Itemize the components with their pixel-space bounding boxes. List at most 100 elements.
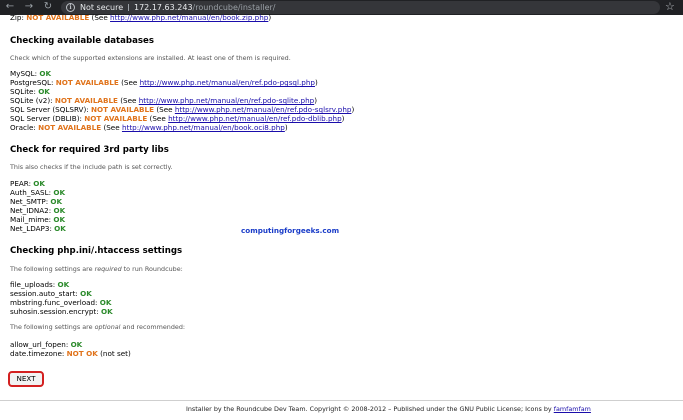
check-name: suhosin.session.encrypt: — [10, 307, 99, 316]
check-name: Net_SMTP: — [10, 197, 48, 206]
check-name: PEAR: — [10, 179, 31, 188]
see-text: (See — [103, 123, 119, 132]
check-name: Zip: — [10, 13, 24, 22]
check-status: OK — [100, 298, 112, 307]
zip-check-row: Zip: NOT AVAILABLE (See http://www.php.n… — [10, 13, 271, 22]
footer: Installer by the Roundcube Dev Team. Cop… — [186, 405, 591, 413]
database-check-row: SQLite (v2): NOT AVAILABLE (See http://w… — [10, 96, 317, 105]
close-paren: ) — [351, 105, 354, 114]
check-name: Mail_mime: — [10, 215, 51, 224]
close-paren: ) — [285, 123, 288, 132]
phpini-heading: Checking php.ini/.htaccess settings — [10, 246, 182, 257]
bookmark-star-icon[interactable]: ☆ — [665, 0, 675, 14]
check-name: file_uploads: — [10, 280, 55, 289]
required-setting-row: mbstring.func_overload: OK — [10, 298, 111, 307]
check-status: OK — [101, 307, 113, 316]
check-name: mbstring.func_overload: — [10, 298, 97, 307]
check-status: OK — [39, 69, 51, 78]
close-paren: ) — [314, 96, 317, 105]
database-check-row: MySQL: OK — [10, 69, 51, 78]
check-status: OK — [80, 289, 92, 298]
check-status: OK — [54, 224, 66, 233]
check-name: SQL Server (SQLSRV): — [10, 105, 89, 114]
check-status: OK — [53, 215, 65, 224]
optional-hint-post: and recommended: — [120, 323, 185, 331]
check-status: OK — [50, 197, 62, 206]
check-status: NOT AVAILABLE — [91, 105, 154, 114]
database-check-row: SQL Server (DBLIB): NOT AVAILABLE (See h… — [10, 114, 344, 123]
databases-heading: Checking available databases — [10, 36, 154, 47]
optional-setting-row: allow_url_fopen: OK — [10, 340, 82, 349]
next-button[interactable]: NEXT — [8, 371, 44, 387]
doc-link[interactable]: http://www.php.net/manual/en/ref.pdo-sql… — [175, 105, 352, 114]
database-check-row: PostgreSQL: NOT AVAILABLE (See http://ww… — [10, 78, 318, 87]
required-hint-post: to run Roundcube: — [122, 265, 183, 273]
url-text[interactable]: 172.17.63.243/roundcube/installer/ — [134, 2, 275, 13]
check-name: MySQL: — [10, 69, 37, 78]
optional-hint: The following settings are optional and … — [10, 323, 185, 332]
lib-check-row: Auth_SASL: OK — [10, 188, 65, 197]
check-status: NOT OK — [67, 349, 98, 358]
check-status: NOT AVAILABLE — [55, 96, 118, 105]
check-name: SQL Server (DBLIB): — [10, 114, 82, 123]
check-status: NOT AVAILABLE — [56, 78, 119, 87]
see-text: (See — [150, 114, 166, 123]
databases-hint: Check which of the supported extensions … — [10, 54, 291, 63]
address-divider — [128, 4, 129, 11]
optional-hint-pre: The following settings are — [10, 323, 95, 331]
footer-divider — [0, 400, 683, 401]
see-text: (See — [92, 13, 108, 22]
famfamfam-link[interactable]: famfamfam — [554, 405, 591, 413]
check-name: Net_IDNA2: — [10, 206, 51, 215]
check-status: NOT AVAILABLE — [84, 114, 147, 123]
doc-link[interactable]: http://www.php.net/manual/en/book.zip.ph… — [110, 13, 268, 22]
libs-heading: Check for required 3rd party libs — [10, 145, 169, 156]
check-status: OK — [53, 206, 65, 215]
lib-check-row: PEAR: OK — [10, 179, 45, 188]
check-status: OK — [71, 340, 83, 349]
doc-link[interactable]: http://www.php.net/manual/en/book.oci8.p… — [122, 123, 285, 132]
check-name: PostgreSQL: — [10, 78, 53, 87]
see-text: (See — [156, 105, 172, 114]
database-check-row: SQLite: OK — [10, 87, 50, 96]
required-hint-em: required — [95, 265, 122, 273]
lib-check-row: Net_SMTP: OK — [10, 197, 62, 206]
doc-link[interactable]: http://www.php.net/manual/en/ref.pdo-pgs… — [140, 78, 315, 87]
see-text: (See — [121, 78, 137, 87]
check-status: NOT AVAILABLE — [26, 13, 89, 22]
required-setting-row: suhosin.session.encrypt: OK — [10, 307, 113, 316]
security-label[interactable]: Not secure — [80, 2, 123, 13]
check-status: OK — [53, 188, 65, 197]
url-host: 172.17.63.243 — [134, 3, 193, 12]
optional-hint-em: optional — [95, 323, 121, 331]
doc-link[interactable]: http://www.php.net/manual/en/ref.pdo-dbl… — [168, 114, 342, 123]
footer-text: Installer by the Roundcube Dev Team. Cop… — [186, 405, 554, 413]
check-status: OK — [38, 87, 50, 96]
close-paren: ) — [342, 114, 345, 123]
installer-page: Zip: NOT AVAILABLE (See http://www.php.n… — [0, 15, 683, 420]
doc-link[interactable]: http://www.php.net/manual/en/ref.pdo-sql… — [139, 96, 314, 105]
check-name: Auth_SASL: — [10, 188, 51, 197]
required-hint-pre: The following settings are — [10, 265, 95, 273]
check-status: NOT AVAILABLE — [38, 123, 101, 132]
check-name: SQLite: — [10, 87, 36, 96]
required-setting-row: file_uploads: OK — [10, 280, 69, 289]
check-name: Net_LDAP3: — [10, 224, 52, 233]
info-icon[interactable]: i — [66, 3, 75, 12]
lib-check-row: Net_IDNA2: OK — [10, 206, 65, 215]
lib-check-row: Mail_mime: OK — [10, 215, 65, 224]
required-setting-row: session.auto_start: OK — [10, 289, 92, 298]
lib-check-row: Net_LDAP3: OK — [10, 224, 66, 233]
reload-icon[interactable]: ↻ — [42, 1, 54, 13]
forward-icon[interactable]: → — [23, 1, 35, 13]
check-name: SQLite (v2): — [10, 96, 53, 105]
check-status: OK — [57, 280, 69, 289]
optional-setting-row: date.timezone: NOT OK (not set) — [10, 349, 131, 358]
required-hint: The following settings are required to r… — [10, 265, 183, 274]
check-name: date.timezone: — [10, 349, 64, 358]
back-icon[interactable]: ← — [4, 1, 16, 13]
database-check-row: Oracle: NOT AVAILABLE (See http://www.ph… — [10, 123, 288, 132]
check-status: OK — [33, 179, 45, 188]
url-path: /roundcube/installer/ — [193, 3, 276, 12]
check-note: (not set) — [100, 349, 131, 358]
